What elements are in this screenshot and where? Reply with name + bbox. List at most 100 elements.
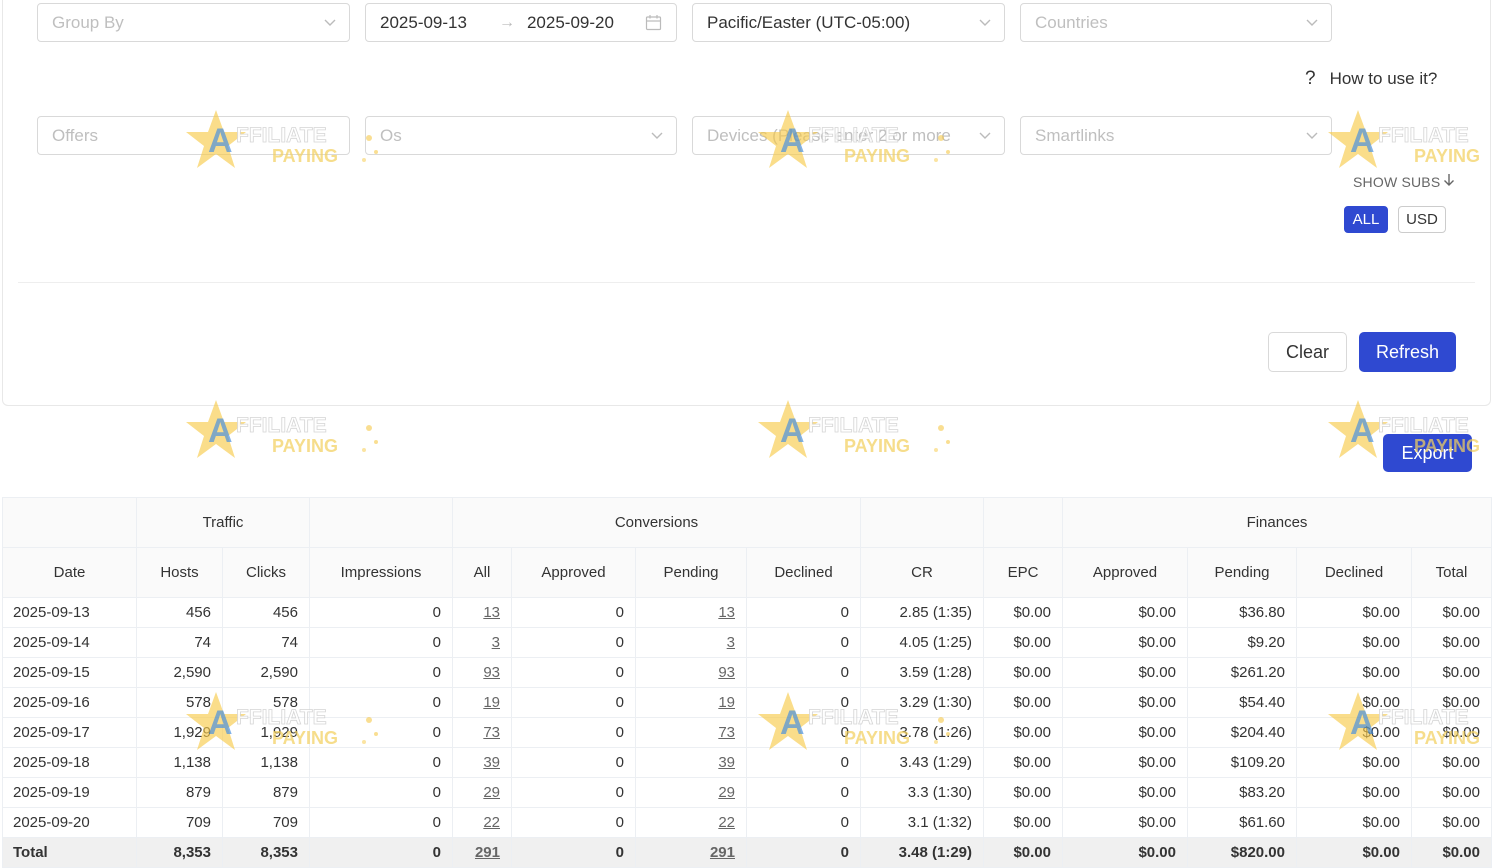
table-cell: 291 <box>452 837 512 868</box>
offers-select[interactable]: Offers <box>37 116 350 155</box>
conversions-link[interactable]: 73 <box>483 724 500 741</box>
conversions-link[interactable]: 93 <box>483 664 500 681</box>
table-cell: 0 <box>746 747 861 778</box>
column-header[interactable]: Clicks <box>222 547 310 598</box>
timezone-select[interactable]: Pacific/Easter (UTC-05:00) <box>692 3 1005 42</box>
table-cell: 2025-09-17 <box>2 717 137 748</box>
date-end[interactable]: 2025-09-20 <box>527 13 614 33</box>
group-by-select[interactable]: Group By <box>37 3 350 42</box>
table-cell: 29 <box>635 777 747 808</box>
conversions-link[interactable]: 13 <box>718 604 735 621</box>
table-cell: 0 <box>511 777 636 808</box>
conversions-link[interactable]: 73 <box>718 724 735 741</box>
column-header[interactable]: All <box>452 547 512 598</box>
table-cell: 3 <box>635 627 747 658</box>
table-cell: $0.00 <box>1062 717 1188 748</box>
smartlinks-select[interactable]: Smartlinks <box>1020 116 1332 155</box>
table-cell: 291 <box>635 837 747 868</box>
conversions-link[interactable]: 93 <box>718 664 735 681</box>
table-cell: 2,590 <box>222 657 310 688</box>
offers-placeholder: Offers <box>52 125 98 145</box>
table-cell: 0 <box>746 657 861 688</box>
conversions-link[interactable]: 291 <box>710 844 735 861</box>
conversions-link[interactable]: 291 <box>475 844 500 861</box>
show-subs-toggle[interactable]: SHOW SUBS <box>1353 173 1455 190</box>
table-cell: $0.00 <box>1296 837 1412 868</box>
column-header[interactable]: Approved <box>1062 547 1188 598</box>
table-cell: $0.00 <box>1411 747 1492 778</box>
column-header[interactable]: Declined <box>1296 547 1412 598</box>
column-header[interactable]: Impressions <box>309 547 453 598</box>
devices-select[interactable]: Devices (Please enter 2 or more <box>692 116 1005 155</box>
table-cell: 456 <box>222 597 310 628</box>
conversions-link[interactable]: 39 <box>483 754 500 771</box>
date-start[interactable]: 2025-09-13 <box>380 13 467 33</box>
column-header[interactable]: Declined <box>746 547 861 598</box>
date-range-picker[interactable]: 2025-09-13 → 2025-09-20 <box>365 3 677 42</box>
table-cell: $0.00 <box>1296 777 1412 808</box>
table-cell: $0.00 <box>1411 837 1492 868</box>
conversions-link[interactable]: 3 <box>492 634 500 651</box>
table-cell: 19 <box>635 687 747 718</box>
column-header[interactable]: Hosts <box>136 547 223 598</box>
group-header-conversions: Conversions <box>452 497 861 548</box>
column-header[interactable]: Pending <box>635 547 747 598</box>
table-cell: 0 <box>309 837 453 868</box>
table-cell: 39 <box>452 747 512 778</box>
export-button[interactable]: Export <box>1383 434 1472 472</box>
table-row: 2025-09-14 74 74 0 3 0 3 0 4.05 (1:25) $0.00 $0.00… <box>2 627 1492 658</box>
table-cell: $0.00 <box>983 777 1063 808</box>
table-cell: 2025-09-15 <box>2 657 137 688</box>
table-cell: 1,929 <box>136 717 223 748</box>
table-cell: $0.00 <box>1411 627 1492 658</box>
conversions-link[interactable]: 39 <box>718 754 735 771</box>
conversions-link[interactable]: 22 <box>718 814 735 831</box>
table-cell: 19 <box>452 687 512 718</box>
column-header[interactable]: Total <box>1411 547 1492 598</box>
table-cell: 13 <box>452 597 512 628</box>
conversions-link[interactable]: 29 <box>483 784 500 801</box>
refresh-button[interactable]: Refresh <box>1359 332 1456 372</box>
svg-text:A: A <box>208 412 233 450</box>
column-header[interactable]: Pending <box>1187 547 1297 598</box>
conversions-link[interactable]: 3 <box>727 634 735 651</box>
currency-all-button[interactable]: ALL <box>1344 206 1388 233</box>
conversions-link[interactable]: 19 <box>718 694 735 711</box>
table-cell: 4.05 (1:25) <box>860 627 984 658</box>
currency-usd-button[interactable]: USD <box>1398 206 1446 233</box>
column-header[interactable]: Date <box>2 547 137 598</box>
table-cell: 709 <box>136 807 223 838</box>
table-cell: 73 <box>635 717 747 748</box>
table-row: 2025-09-16 578 578 0 19 0 19 0 3.29 (1:30) $0.00 $… <box>2 687 1492 718</box>
table-cell: 2025-09-20 <box>2 807 137 838</box>
chevron-down-icon <box>978 128 992 142</box>
table-cell: 2025-09-13 <box>2 597 137 628</box>
table-cell: $0.00 <box>1062 657 1188 688</box>
conversions-link[interactable]: 19 <box>483 694 500 711</box>
table-cell: $36.80 <box>1187 597 1297 628</box>
table-cell: $54.40 <box>1187 687 1297 718</box>
conversions-link[interactable]: 29 <box>718 784 735 801</box>
conversions-link[interactable]: 22 <box>483 814 500 831</box>
table-row: 2025-09-18 1,138 1,138 0 39 0 39 0 3.43 (1:29) $0… <box>2 747 1492 778</box>
table-cell: 29 <box>452 777 512 808</box>
os-select[interactable]: Os <box>365 116 677 155</box>
table-cell: 73 <box>452 717 512 748</box>
table-cell: 8,353 <box>136 837 223 868</box>
svg-text:A: A <box>1350 412 1375 450</box>
how-to-use-link[interactable]: ? How to use it? <box>1305 68 1437 90</box>
table-cell: $0.00 <box>1062 837 1188 868</box>
svg-text:PAYING: PAYING <box>844 436 910 456</box>
group-header-blank <box>2 497 137 548</box>
clear-button[interactable]: Clear <box>1268 332 1347 372</box>
table-cell: 0 <box>511 717 636 748</box>
column-header[interactable]: CR <box>860 547 984 598</box>
column-header[interactable]: Approved <box>511 547 636 598</box>
table-cell: $0.00 <box>1411 597 1492 628</box>
column-header[interactable]: EPC <box>983 547 1063 598</box>
conversions-link[interactable]: 13 <box>483 604 500 621</box>
chevron-down-icon <box>323 15 337 29</box>
table-body: 2025-09-13 456 456 0 13 0 13 0 2.85 (1:35) $0.00 $… <box>2 597 1492 868</box>
table-cell: $9.20 <box>1187 627 1297 658</box>
countries-select[interactable]: Countries <box>1020 3 1332 42</box>
